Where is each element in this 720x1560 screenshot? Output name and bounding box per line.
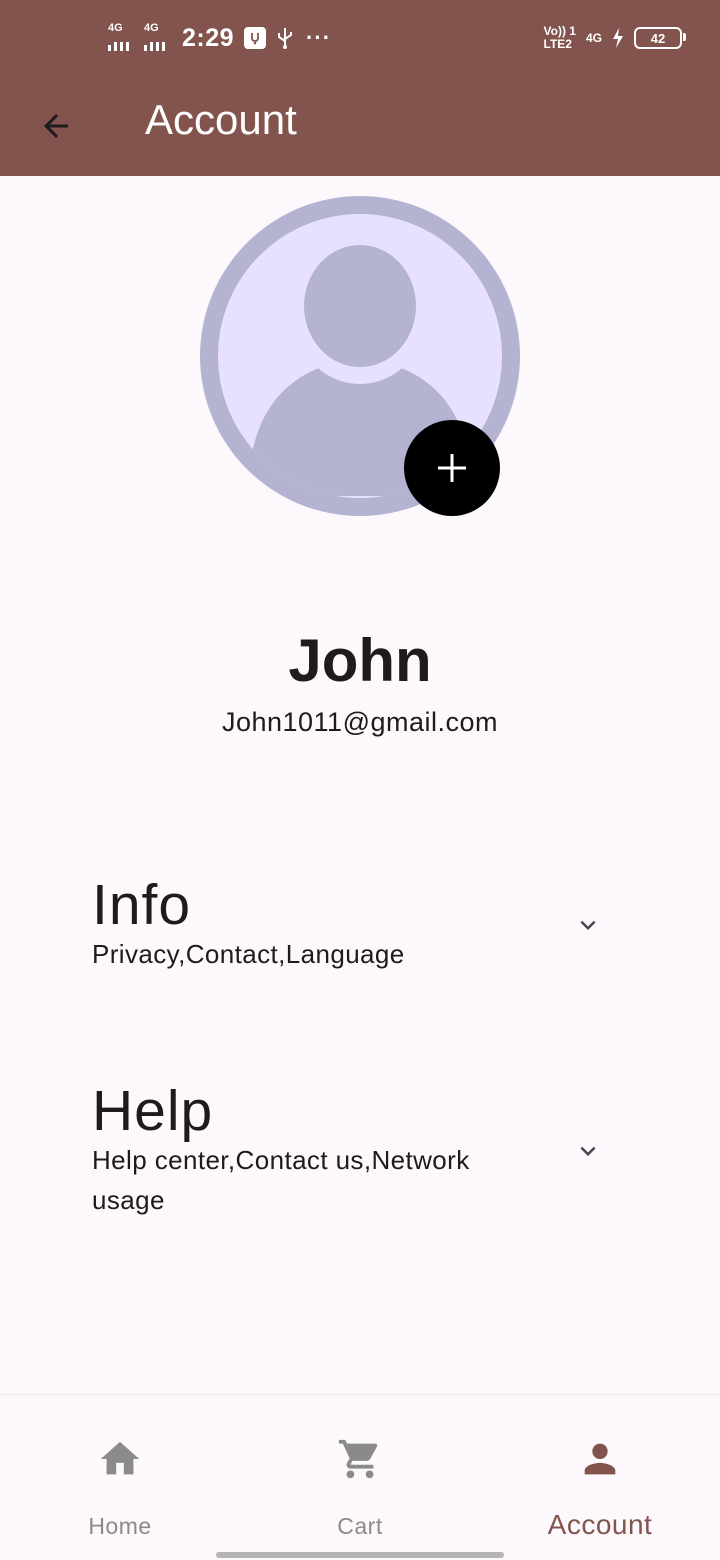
chevron-down-icon[interactable] bbox=[570, 1133, 606, 1169]
status-time: 2:29 bbox=[182, 23, 235, 52]
volte-indicator: Vo)) 1 LTE2 bbox=[543, 24, 576, 51]
more-notifications-icon: ··· bbox=[306, 25, 332, 50]
usb-icon bbox=[276, 26, 294, 50]
section-subtitle: Privacy,Contact,Language bbox=[92, 939, 405, 969]
person-icon bbox=[576, 1435, 624, 1483]
help-section[interactable]: Help Help center,Contact us,Network usag… bbox=[92, 1078, 632, 1220]
usb-debug-icon bbox=[244, 27, 267, 49]
sim2-network-label: 4G bbox=[144, 22, 159, 34]
section-title: Info bbox=[92, 873, 192, 937]
nav-label-cart: Cart bbox=[337, 1513, 383, 1539]
network-type-label: 4G bbox=[585, 31, 602, 45]
user-email: John1011@gmail.com bbox=[221, 707, 499, 737]
battery-icon: 42 bbox=[634, 27, 686, 49]
cart-icon bbox=[336, 1435, 384, 1483]
nav-item-home[interactable]: Home bbox=[0, 1395, 240, 1560]
status-bar-left: 4G 4G 2:29 ··· bbox=[106, 20, 331, 56]
chevron-down-icon[interactable] bbox=[570, 907, 606, 943]
status-bar-right: Vo)) 1 LTE2 4G 42 bbox=[543, 22, 686, 54]
account-screen: 4G 4G 2:29 ··· Vo)) 1 LTE2 4G 42 Account… bbox=[0, 0, 720, 1560]
nav-item-account[interactable]: Account bbox=[480, 1395, 720, 1560]
battery-level: 42 bbox=[650, 30, 666, 46]
nav-label-home: Home bbox=[88, 1513, 152, 1539]
signal-icon: 4G bbox=[106, 23, 138, 53]
app-bar: Account bbox=[0, 76, 720, 176]
nav-label-account: Account bbox=[547, 1509, 653, 1540]
home-icon bbox=[96, 1435, 144, 1483]
home-indicator[interactable] bbox=[216, 1552, 504, 1558]
signal-icon: 4G bbox=[142, 23, 174, 53]
section-title: Help bbox=[92, 1079, 214, 1143]
user-name: John bbox=[288, 627, 432, 694]
add-photo-button[interactable] bbox=[404, 420, 500, 516]
nav-item-cart[interactable]: Cart bbox=[240, 1395, 480, 1560]
page-title: Account bbox=[145, 96, 297, 143]
sim1-network-label: 4G bbox=[108, 22, 123, 34]
status-bar: 4G 4G 2:29 ··· Vo)) 1 LTE2 4G 42 bbox=[0, 0, 720, 76]
info-section[interactable]: Info Privacy,Contact,Language bbox=[92, 872, 632, 974]
back-button[interactable] bbox=[28, 98, 84, 154]
plus-icon bbox=[438, 454, 466, 482]
charging-icon bbox=[612, 28, 624, 48]
bottom-navigation: Home Cart Account bbox=[0, 1394, 720, 1560]
arrow-back-icon bbox=[44, 114, 68, 138]
section-subtitle: Help center,Contact us,Network usage bbox=[92, 1145, 470, 1215]
